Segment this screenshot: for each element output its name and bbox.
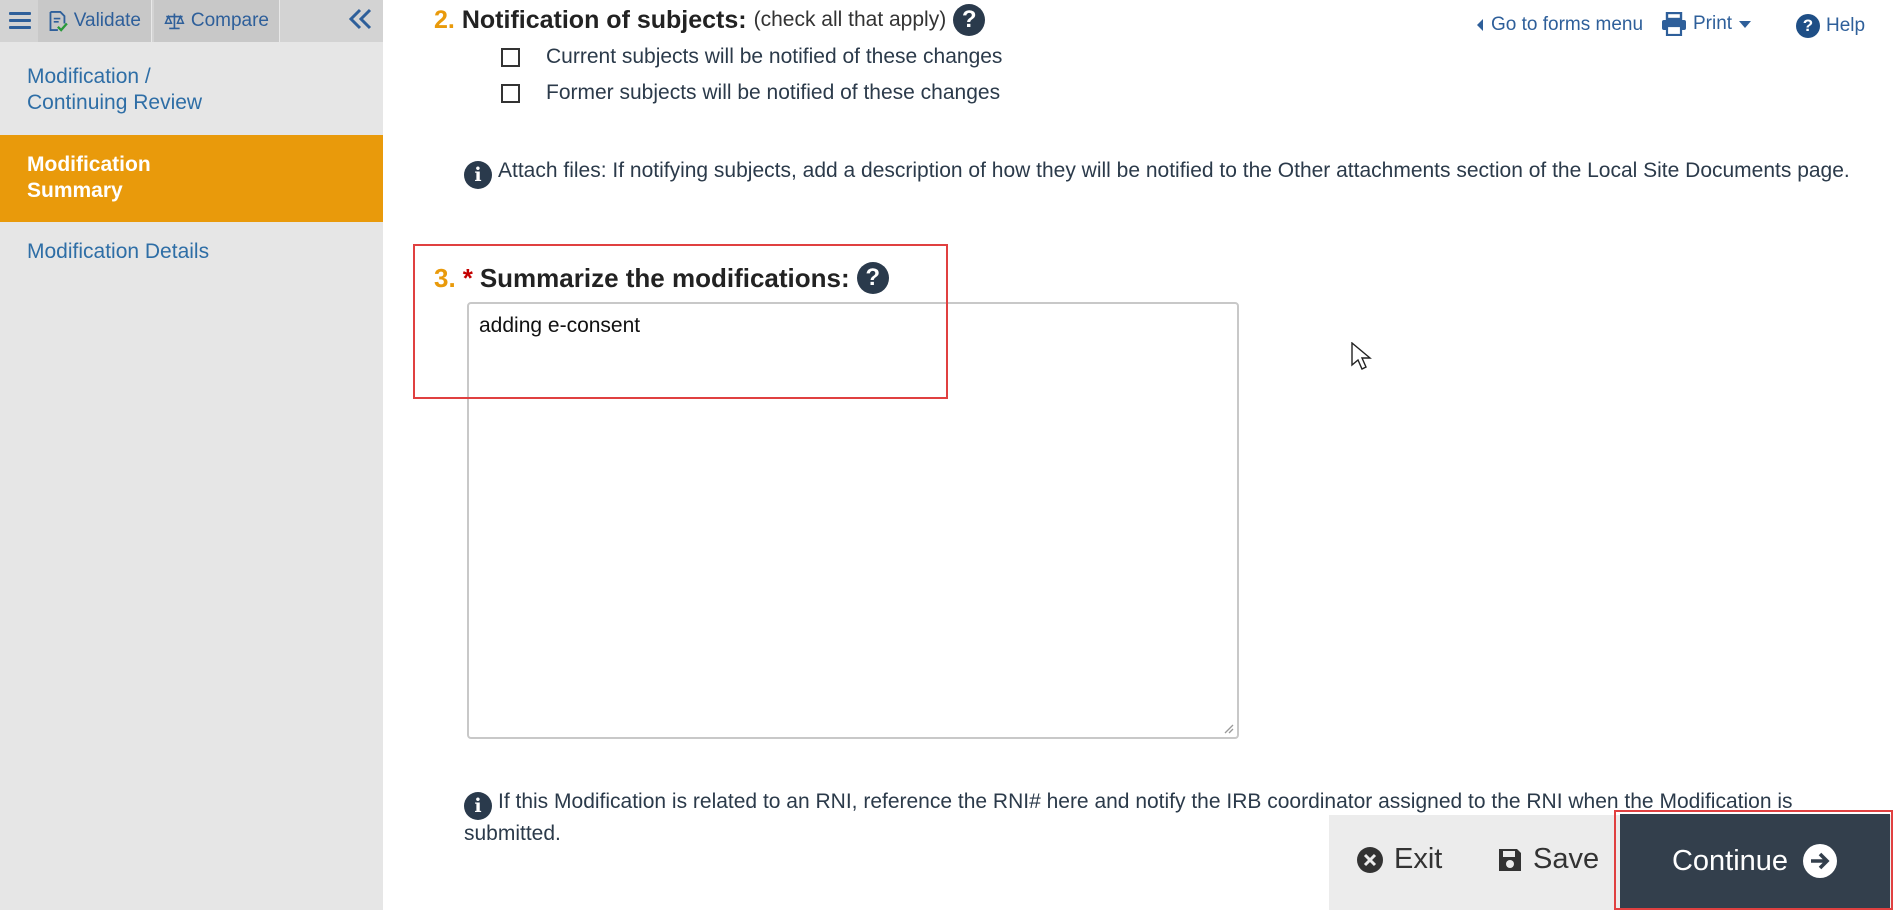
print-menu-button[interactable]: Print — [1661, 12, 1752, 36]
validate-button[interactable]: Validate — [38, 0, 152, 42]
printer-icon — [1662, 12, 1686, 36]
sidebar: Validate Compare Modification / Continui… — [0, 0, 383, 910]
hamburger-menu-icon[interactable] — [4, 5, 36, 37]
validate-icon — [49, 11, 68, 32]
sidebar-item-modification-summary[interactable]: Modification Summary — [0, 135, 383, 222]
question-2-header: 2. Notification of subjects: (check all … — [434, 4, 986, 36]
checkbox-label: Current subjects will be notified of the… — [546, 45, 1003, 68]
current-subjects-checkbox[interactable] — [501, 47, 520, 67]
save-button[interactable]: Save — [1497, 843, 1599, 876]
scale-icon — [164, 13, 185, 30]
attach-files-note: i Attach files: If notifying subjects, ad… — [464, 152, 1854, 190]
info-icon: i — [464, 792, 492, 820]
collapse-sidebar-icon[interactable] — [343, 4, 379, 36]
exit-button[interactable]: Exit — [1356, 843, 1442, 876]
sidebar-toolbar: Validate Compare — [0, 0, 383, 42]
checkbox-label: Former subjects will be notified of thes… — [546, 81, 1001, 104]
resize-handle-icon[interactable] — [1222, 722, 1234, 734]
question-hint: (check all that apply) — [753, 8, 947, 31]
main-content: Go to forms menu Print ? Help 2. Notific… — [383, 0, 1893, 910]
info-icon: i — [464, 161, 492, 189]
go-to-forms-menu-link[interactable]: Go to forms menu — [1475, 14, 1643, 36]
sidebar-item-modification-details[interactable]: Modification Details — [0, 239, 383, 265]
question-help-icon[interactable]: ? — [953, 4, 986, 36]
validate-label: Validate — [73, 10, 141, 31]
sidebar-item-modification-continuing-review[interactable]: Modification / Continuing Review — [0, 64, 383, 116]
floppy-disk-icon — [1499, 848, 1521, 871]
question-title: Notification of subjects: — [461, 5, 747, 34]
compare-label: Compare — [190, 10, 269, 31]
help-icon: ? — [1796, 14, 1820, 38]
former-subjects-checkbox[interactable] — [501, 83, 520, 103]
current-subjects-option[interactable]: Current subjects will be notified of the… — [501, 45, 1002, 69]
close-circle-icon — [1357, 846, 1383, 873]
compare-button[interactable]: Compare — [154, 0, 280, 42]
former-subjects-option[interactable]: Former subjects will be notified of thes… — [501, 81, 1000, 105]
highlight-box — [1614, 810, 1893, 910]
caret-left-icon — [1477, 19, 1483, 31]
question-number: 2. — [434, 5, 455, 34]
help-link[interactable]: ? Help — [1796, 14, 1865, 38]
highlight-box — [413, 244, 948, 399]
mouse-cursor-icon — [1351, 342, 1372, 370]
caret-down-icon — [1739, 21, 1752, 28]
